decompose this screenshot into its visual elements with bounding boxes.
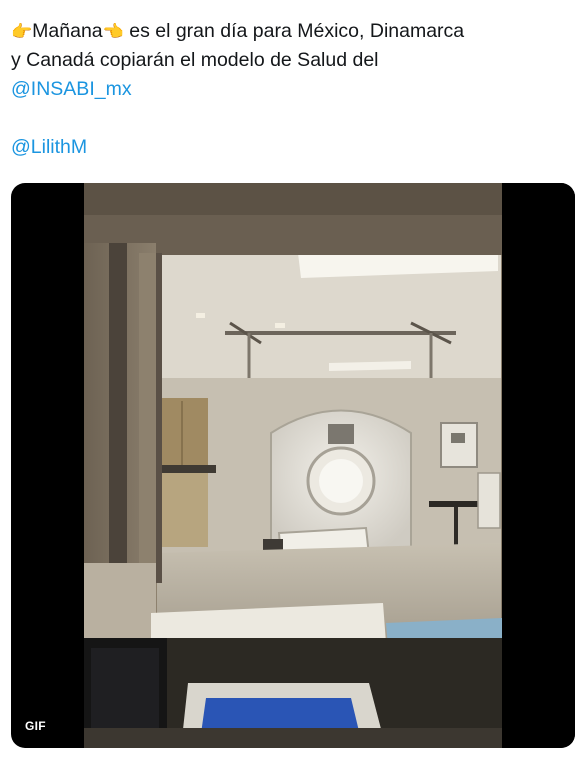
gif-badge: GIF — [20, 717, 51, 736]
tweet-text: 👉Mañana👈 es el gran día para México, Din… — [11, 17, 577, 162]
pointing-left-emoji-icon: 👈 — [102, 22, 124, 41]
tweet-word-manana: Mañana — [32, 20, 103, 42]
tweet-line-1-rest: es el gran día para México, Dinamarca — [123, 20, 465, 42]
gif-frame-image — [84, 183, 575, 748]
tweet-line-2: y Canadá copiarán el modelo de Salud del — [11, 49, 379, 71]
gif-media-player[interactable]: GIF — [11, 183, 575, 748]
mention-insabi-link[interactable]: @INSABI_mx — [11, 78, 132, 100]
pointing-right-emoji-icon: 👉 — [11, 22, 33, 41]
mention-lilithm-link[interactable]: @LilithM — [11, 136, 87, 158]
tweet-line-1: 👉Mañana👈 es el gran día para México, Din… — [11, 17, 577, 46]
